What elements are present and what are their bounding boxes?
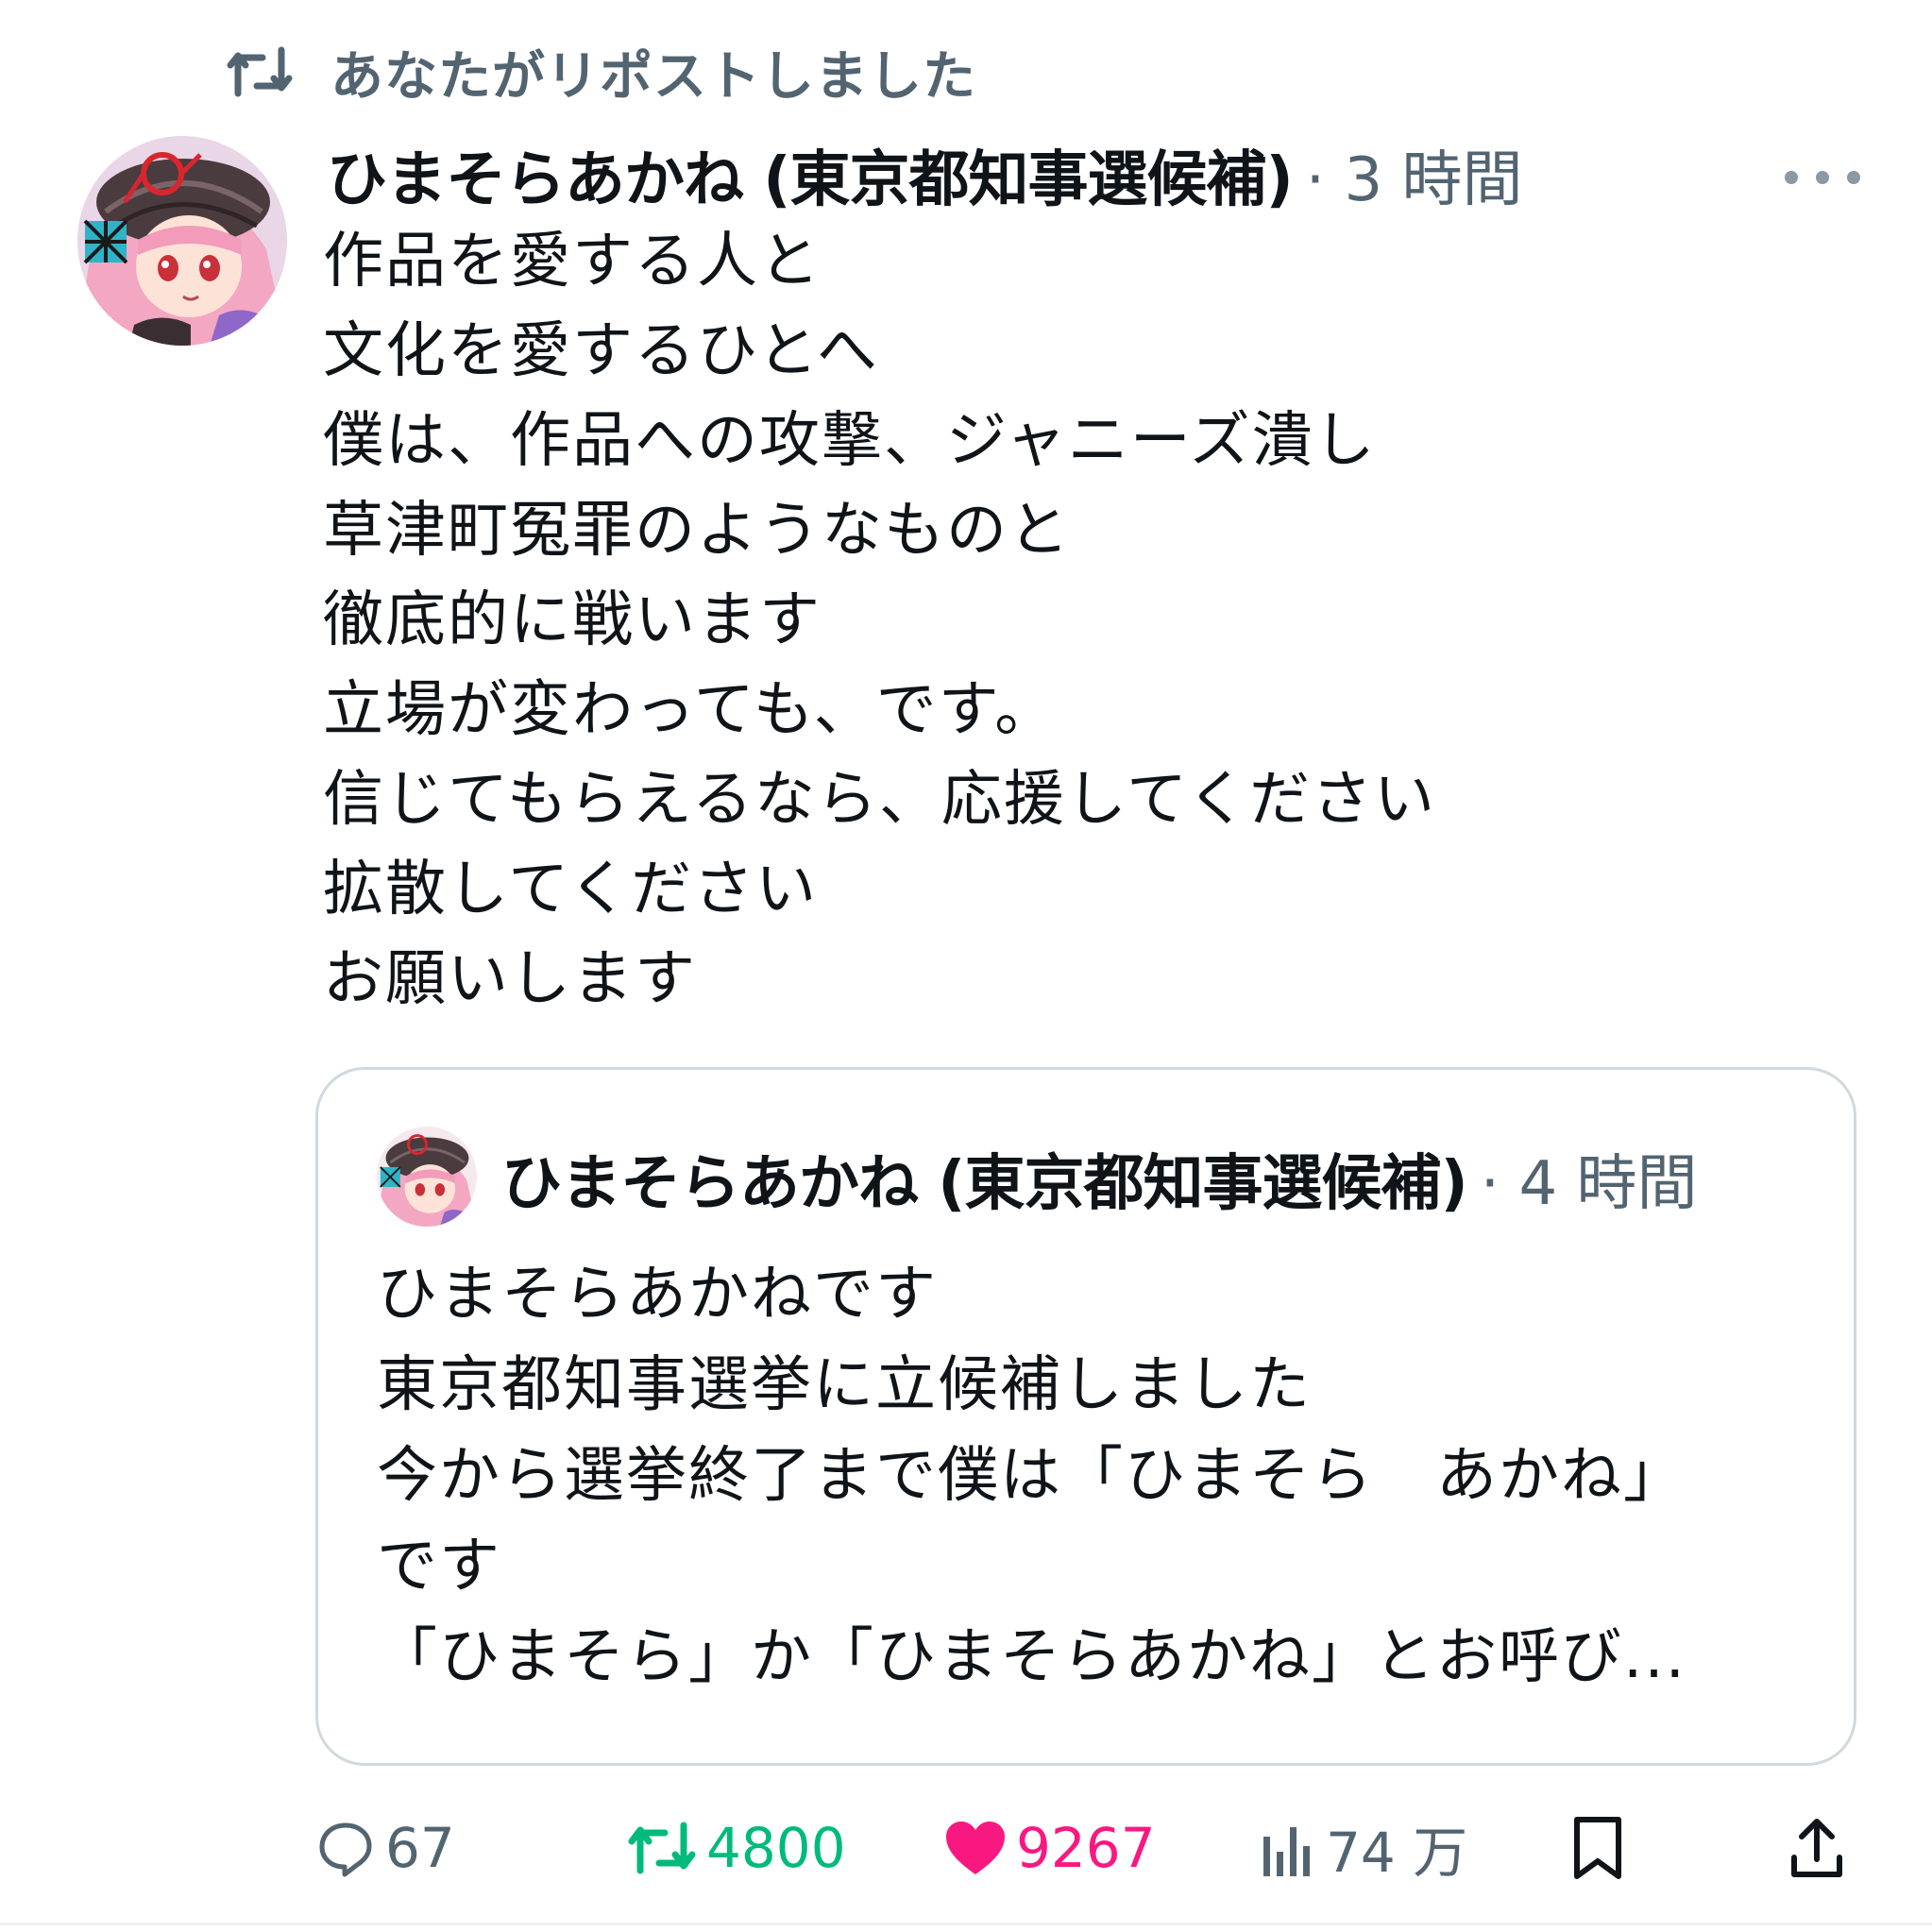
repost-header: あなたがリポストしました <box>225 34 976 110</box>
tweet-line: 文化を愛するひとへ <box>323 316 879 386</box>
reply-button[interactable]: 67 <box>315 1805 455 1890</box>
quote-line: 「ひまそら」か「ひまそらあかね」とお呼び... <box>377 1622 1687 1692</box>
analytics-icon <box>1263 1827 1310 1876</box>
tweet-line: 僕は、作品への攻撃、ジャニーズ潰し <box>323 406 1377 476</box>
reply-count: 67 <box>385 1816 455 1880</box>
heart-icon <box>946 1822 1005 1874</box>
retweet-count: 4800 <box>706 1816 846 1880</box>
quoted-author-row: ひまそらあかね (東京都知事選候補) · 4 時間 <box>501 1136 1698 1221</box>
more-dot <box>1816 171 1829 184</box>
tweet-line: 徹底的に戦います <box>323 585 822 655</box>
bookmark-button[interactable] <box>1571 1805 1624 1890</box>
retweet-button[interactable]: 4800 <box>627 1805 846 1890</box>
quote-line: ひまそらあかねです <box>377 1260 938 1330</box>
share-icon <box>1791 1819 1842 1877</box>
like-count: 9267 <box>1016 1816 1156 1880</box>
views-count: 74 万 <box>1326 1821 1468 1885</box>
tweet-line: お願いします <box>323 944 697 1014</box>
author-row: ひまそらあかね (東京都知事選候補) · 3 時間 <box>327 132 1523 217</box>
more-dot <box>1847 171 1860 184</box>
tweet-text: 作品を愛する人と 文化を愛するひとへ 僕は、作品への攻撃、ジャニーズ潰し 草津町… <box>323 217 1872 1025</box>
more-dots-icon[interactable] <box>1785 159 1860 196</box>
quote-line: です <box>377 1532 501 1602</box>
action-bar: 67 4800 9267 74 万 <box>315 1805 1864 1890</box>
reply-icon <box>319 1822 372 1877</box>
tweet-page: あなたがリポストしました ひまそらあかね (東京都知事選候補) · 3 時間 作… <box>0 0 1932 1932</box>
tweet-line: 信じてもらえるなら、応援してください <box>323 765 1437 835</box>
tweet-line: 作品を愛する人と <box>323 227 822 297</box>
tweet-time[interactable]: · 3 時間 <box>1306 131 1523 218</box>
retweet-icon <box>628 1822 696 1874</box>
tweet-line: 草津町冤罪のようなものと <box>323 496 1071 566</box>
repost-icon <box>227 46 293 97</box>
quote-line: 東京都知事選挙に立候補しました <box>377 1350 1312 1420</box>
views-button[interactable]: 74 万 <box>1260 1805 1467 1890</box>
quoted-tweet-time: · 4 時間 <box>1480 1149 1698 1219</box>
tweet-line: 立場が変わっても、です。 <box>323 675 1058 745</box>
more-dot <box>1785 171 1798 184</box>
quoted-author-name: ひまそらあかね (東京都知事選候補) <box>501 1149 1468 1219</box>
like-button[interactable]: 9267 <box>944 1805 1156 1890</box>
quoted-tweet-text: ひまそらあかねです 東京都知事選挙に立候補しました 今から選挙終了まで僕は「ひま… <box>377 1249 1812 1703</box>
quoted-tweet-card[interactable]: ひまそらあかね (東京都知事選候補) · 4 時間 ひまそらあかねです 東京都知… <box>315 1067 1856 1766</box>
quoted-author-avatar[interactable] <box>377 1127 477 1227</box>
author-name[interactable]: ひまそらあかね (東京都知事選候補) <box>327 131 1294 218</box>
tweet-line: 拡散してください <box>323 855 819 924</box>
bookmark-icon <box>1574 1817 1621 1879</box>
author-avatar[interactable] <box>77 136 287 346</box>
bottom-divider <box>0 1923 1932 1925</box>
repost-header-text[interactable]: あなたがリポストしました <box>330 34 976 110</box>
quote-line: 今から選挙終了まで僕は「ひまそら あかね」 <box>377 1441 1686 1511</box>
share-button[interactable] <box>1788 1805 1845 1890</box>
